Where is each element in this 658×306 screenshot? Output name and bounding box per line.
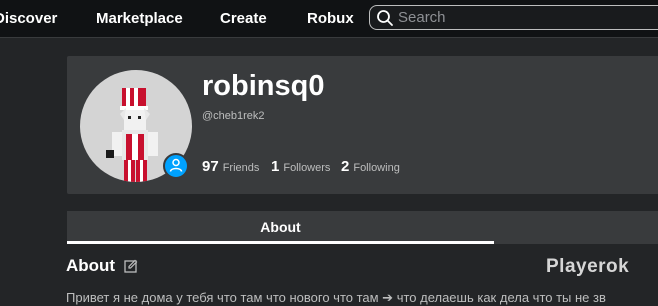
display-name: robinsq0 [202,70,325,102]
tab-about[interactable]: About [67,211,494,244]
username-handle: @cheb1rek2 [202,110,265,122]
nav-discover[interactable]: Discover [0,10,57,27]
stat-following[interactable]: 2 Following [341,158,400,176]
person-icon [169,158,183,172]
about-description: Привет я не дома у тебя что там что ново… [66,290,606,305]
presence-badge [163,153,189,179]
search-icon [377,10,393,26]
profile-header-card: robinsq0 @cheb1rek2 97 Friends 1 Followers… [67,56,658,194]
stat-friends[interactable]: 97 Friends [202,158,259,176]
watermark-logo: Playerok [546,256,630,277]
stat-friends-label: Friends [222,162,260,174]
nav-robux[interactable]: Robux [307,10,354,27]
active-tab-indicator [67,241,494,244]
stat-followers[interactable]: 1 Followers [271,158,330,176]
edit-icon[interactable] [124,259,138,273]
nav-marketplace[interactable]: Marketplace [96,10,183,27]
search-input[interactable] [398,8,658,27]
stat-following-label: Following [353,162,400,174]
profile-tabs: About [67,211,658,244]
stat-friends-count: 97 [202,158,219,175]
stat-followers-count: 1 [271,158,280,175]
stat-followers-label: Followers [283,162,331,174]
nav-create[interactable]: Create [220,10,267,27]
top-navigation-bar: Discover Marketplace Create Robux [0,0,658,38]
about-heading: About [66,256,116,275]
search-box[interactable] [369,5,658,30]
stat-following-count: 2 [341,158,350,175]
